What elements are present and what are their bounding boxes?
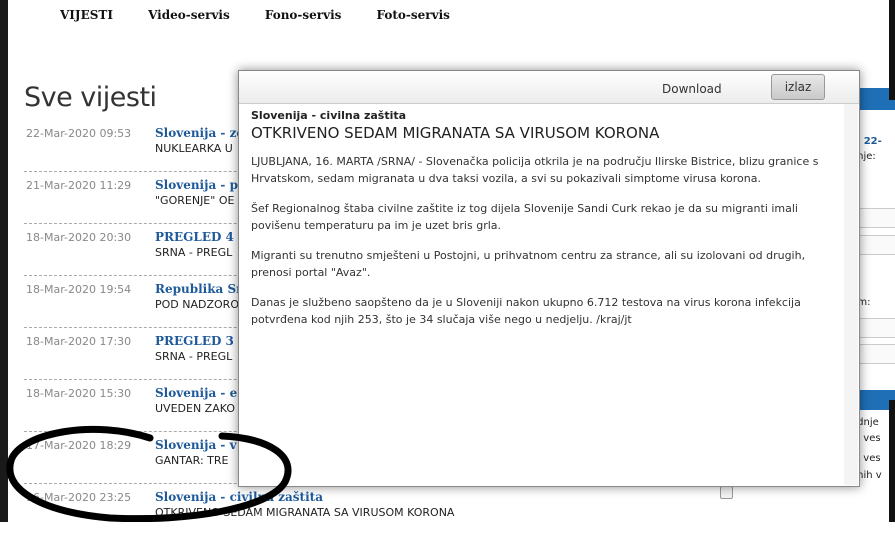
news-headline[interactable]: OTKRIVENO SEDAM MIGRANATA SA VIRUSOM KOR… — [155, 506, 454, 519]
download-link[interactable]: Download — [662, 82, 722, 96]
news-date: 21-Mar-2020 11:29 — [26, 179, 132, 192]
news-category-link[interactable]: Slovenija - ze — [155, 126, 244, 140]
news-headline[interactable]: "GORENJE" OE — [155, 194, 234, 207]
news-date: 18-Mar-2020 19:54 — [26, 283, 132, 296]
news-category-link[interactable]: Slovenija - v — [155, 438, 237, 452]
news-category-link[interactable]: Slovenija - civilna zaštita — [155, 490, 323, 504]
window-right-border — [889, 400, 895, 522]
article-paragraph: LJUBLJANA, 16. MARTA /SRNA/ - Slovenačka… — [251, 155, 819, 185]
sidebar-date-link[interactable]: 22- — [864, 136, 882, 147]
page-title: Sve vijesti — [24, 82, 157, 113]
news-date: 17-Mar-2020 18:29 — [26, 439, 132, 452]
news-headline[interactable]: SRNA - PREGL — [155, 246, 232, 259]
news-category-link[interactable]: Republika Sr — [155, 282, 243, 296]
nav-foto-servis[interactable]: Foto-servis — [377, 8, 450, 22]
article-title: OTKRIVENO SEDAM MIGRANATA SA VIRUSOM KOR… — [251, 124, 660, 142]
news-category-link[interactable]: PREGLED 3 — [155, 334, 234, 348]
window-left-border — [0, 0, 8, 522]
news-category-link[interactable]: PREGLED 4 — [155, 230, 234, 244]
news-category-link[interactable]: Slovenija - e — [155, 386, 237, 400]
modal-scrollbar[interactable] — [844, 104, 858, 485]
news-headline[interactable]: SRNA - PREGL — [155, 350, 232, 363]
article-paragraph: Šef Regionalnog štaba civilne zaštite iz… — [251, 202, 798, 232]
article-paragraph: Migranti su trenutno smješteni u Postojn… — [251, 249, 806, 279]
article-paragraph: Danas je službeno saopšteno da je u Slov… — [251, 296, 801, 326]
news-headline[interactable]: UVEDEN ZAKO — [155, 402, 235, 415]
news-category-link[interactable]: Slovenija - p — [155, 178, 238, 192]
close-button[interactable]: izlaz — [771, 74, 825, 100]
news-headline[interactable]: POD NADZORO — [155, 298, 239, 311]
news-item-selected[interactable]: 16-Mar-2020 23:25 Slovenija - civilna za… — [24, 483, 736, 535]
window-right-border — [889, 0, 895, 100]
news-date: 18-Mar-2020 17:30 — [26, 335, 132, 348]
article-category: Slovenija - civilna zaštita — [251, 109, 407, 122]
news-headline[interactable]: NUKLEARKA U — [155, 142, 233, 155]
news-date: 22-Mar-2020 09:53 — [26, 127, 132, 140]
modal-toolbar: Download izlaz — [239, 71, 859, 104]
news-date: 16-Mar-2020 23:25 — [26, 491, 132, 504]
news-date: 18-Mar-2020 20:30 — [26, 231, 132, 244]
nav-video-servis[interactable]: Video-servis — [148, 8, 230, 22]
top-navigation: VIJESTI Video-servis Fono-servis Foto-se… — [60, 4, 480, 22]
article-modal: Download izlaz Slovenija - civilna zašti… — [238, 70, 860, 487]
news-headline[interactable]: GANTAR: TRE — [155, 454, 229, 467]
article-body: Slovenija - civilna zaštita OTKRIVENO SE… — [251, 109, 849, 341]
select-checkbox[interactable] — [720, 486, 733, 499]
nav-fono-servis[interactable]: Fono-servis — [265, 8, 342, 22]
nav-vijesti[interactable]: VIJESTI — [60, 8, 113, 22]
news-date: 18-Mar-2020 15:30 — [26, 387, 132, 400]
